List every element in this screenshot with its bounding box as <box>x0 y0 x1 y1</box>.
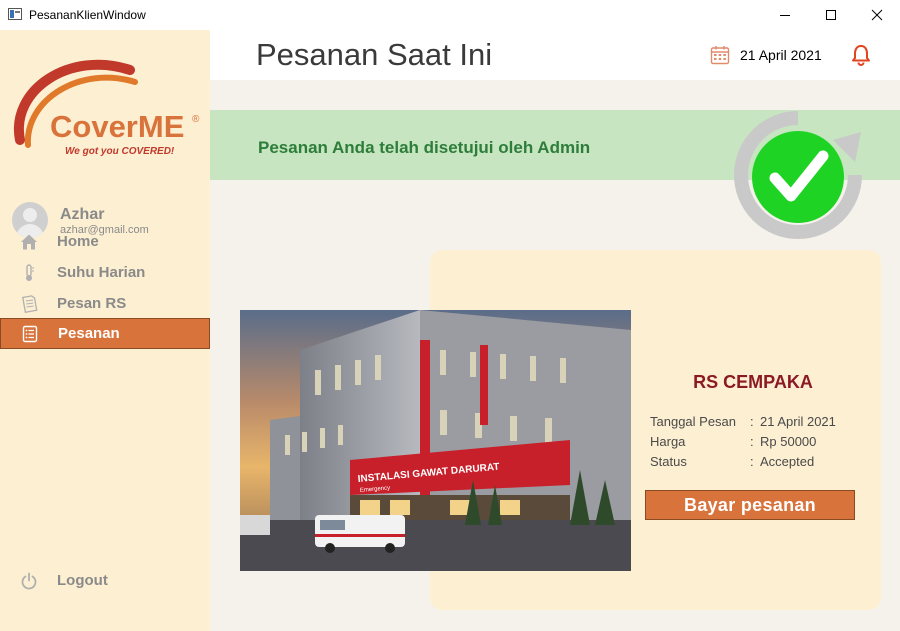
logout-label: Logout <box>57 572 108 589</box>
field-label: Harga <box>650 434 686 449</box>
window-title: PesananKlienWindow <box>29 8 146 22</box>
field-value: 21 April 2021 <box>760 414 836 429</box>
list-icon <box>22 325 38 343</box>
sidebar-item-label: Home <box>57 233 99 250</box>
maximize-button[interactable] <box>808 0 854 30</box>
sidebar-item-home[interactable]: Home <box>0 226 210 257</box>
sidebar: CoverME ® We got you COVERED! Azhar azha… <box>0 30 210 631</box>
calendar-icon <box>710 46 730 65</box>
sidebar-item-suhu-harian[interactable]: Suhu Harian <box>0 257 210 288</box>
minimize-icon <box>780 15 790 16</box>
maximize-icon <box>826 10 836 20</box>
hospital-name: RS CEMPAKA <box>693 372 813 392</box>
close-button[interactable] <box>854 0 900 30</box>
approved-check-icon <box>734 111 862 239</box>
logo-tagline: We got you COVERED! <box>65 146 175 157</box>
field-separator: : <box>750 414 754 429</box>
current-date: 21 April 2021 <box>740 47 822 63</box>
power-icon <box>21 572 37 590</box>
app-window-icon <box>8 8 22 20</box>
field-separator: : <box>750 454 754 469</box>
field-value: Rp 50000 <box>760 434 817 449</box>
sidebar-item-pesan-rs[interactable]: Pesan RS <box>0 288 210 319</box>
sidebar-item-label: Suhu Harian <box>57 264 146 281</box>
sidebar-item-label: Pesanan <box>58 325 120 342</box>
close-icon <box>871 9 883 21</box>
window-titlebar: PesananKlienWindow <box>0 0 900 30</box>
field-label: Status <box>650 454 687 469</box>
home-icon <box>21 234 37 250</box>
logout-button[interactable]: Logout <box>0 565 210 596</box>
user-name: Azhar <box>60 206 105 223</box>
field-separator: : <box>750 434 754 449</box>
bell-icon[interactable] <box>850 44 872 66</box>
page-title: Pesanan Saat Ini <box>256 37 493 72</box>
page-header: Pesanan Saat Ini 21 April 2021 <box>210 30 900 80</box>
field-label: Tanggal Pesan <box>650 414 737 429</box>
minimize-button[interactable] <box>762 0 808 30</box>
hospital-photo: INSTALASI GAWAT DARURAT Emergency <box>240 310 631 571</box>
status-badge: Accepted <box>760 454 815 469</box>
approval-message: Pesanan Anda telah disetujui oleh Admin <box>258 138 591 157</box>
sidebar-item-label: Pesan RS <box>57 295 127 312</box>
thermometer-icon <box>26 264 34 281</box>
logo-wordmark: CoverME <box>50 109 184 144</box>
document-icon <box>22 295 38 313</box>
pay-order-button[interactable]: Bayar pesanan <box>645 490 855 520</box>
logo-registered-mark: ® <box>192 114 200 125</box>
sidebar-item-pesanan[interactable]: Pesanan <box>0 318 210 349</box>
coverme-logo: CoverME ® We got you COVERED! <box>13 59 200 157</box>
